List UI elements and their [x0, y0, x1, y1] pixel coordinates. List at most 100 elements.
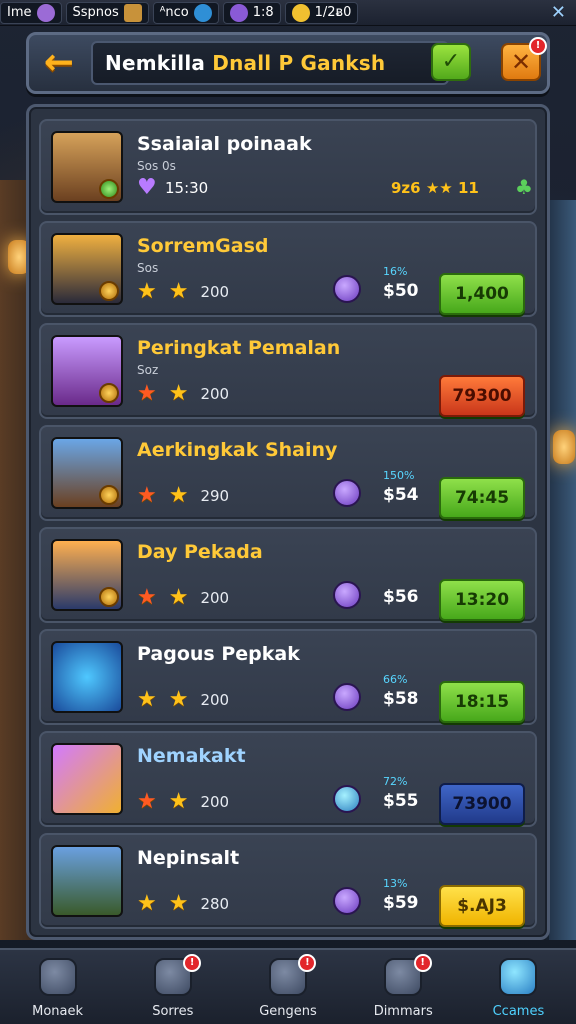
nav-label: Sorres — [152, 1004, 194, 1019]
confirm-button[interactable]: ✓ — [431, 43, 471, 81]
star-count: 200 — [200, 283, 230, 301]
row-subtitle: Soz — [137, 363, 159, 377]
back-button[interactable]: ← — [37, 43, 81, 83]
action-button[interactable]: 13:20 — [439, 579, 525, 621]
list-item[interactable]: Day Pekada ★ ★ 200 $56 13:20 — [39, 527, 537, 623]
row-title: Nepinsalt — [137, 847, 240, 869]
row-title: Nemakakt — [137, 745, 246, 767]
row-percent: 66% — [383, 673, 408, 686]
star-count: 200 — [200, 691, 230, 709]
page-title: Nemkilla Dnall P Ganksh — [91, 41, 449, 85]
list-item[interactable]: Aerkingkak Shainy ★ ★ 290 150% $54 74:45 — [39, 425, 537, 521]
star-icon: ★ — [168, 789, 189, 814]
avatar — [51, 131, 123, 203]
nav-item-gengens[interactable]: ! Gengens — [230, 950, 345, 1024]
nav-item-scores[interactable]: ! Sorres — [115, 950, 230, 1024]
status-label: Ime — [7, 5, 32, 20]
rating-stars: ★ ★ 290 — [137, 485, 229, 507]
list-item[interactable]: Ssaiaial poinaak Sos 0s ♥ 15:30 9ᴢ6 ★★ 1… — [39, 119, 537, 215]
coin-badge-icon — [99, 587, 119, 607]
lantern-icon — [553, 430, 575, 464]
status-label: 1/2ᴃ0 — [314, 5, 352, 20]
star-icon: ★ — [168, 687, 189, 712]
rating-stars: ★ ★ 280 — [137, 893, 229, 915]
list-item[interactable]: SorremGasd Sos ★ ★ 200 16% $50 1,400 — [39, 221, 537, 317]
wizard-icon — [229, 3, 248, 22]
row-price: $58 — [383, 689, 419, 709]
orb-icon — [333, 785, 361, 813]
list-item[interactable]: Nepinsalt ★ ★ 280 13% $59 $.AJ3 — [39, 833, 537, 929]
row-price: $56 — [383, 587, 419, 607]
status-item: ᴬnco — [152, 1, 219, 24]
rating-stars: ★ ★ 200 — [137, 587, 229, 609]
gold-coin-icon — [291, 3, 310, 22]
coin-badge-icon — [99, 485, 119, 505]
page-title-part2: Dnall P Ganksh — [212, 51, 386, 75]
gem-icon — [333, 683, 361, 711]
action-button[interactable]: 73900 — [439, 783, 525, 825]
close-button[interactable]: ✕ ! — [501, 37, 547, 81]
star-icon: ★ — [137, 585, 157, 610]
gem-icon — [333, 581, 361, 609]
nav-label: Monaek — [32, 1004, 84, 1019]
row-title: Pagous Pepkak — [137, 643, 300, 665]
nav-label: Dimmars — [373, 1004, 433, 1019]
star-count: 280 — [200, 895, 230, 913]
nav-item-dimmars[interactable]: ! Dimmars — [346, 950, 461, 1024]
close-icon[interactable]: ✕ — [551, 2, 566, 23]
row-title: Ssaiaial poinaak — [137, 133, 312, 155]
star-icon: ★ — [168, 585, 189, 610]
row-subtitle: Sos 0s — [137, 159, 176, 173]
action-button[interactable]: 18:15 — [439, 681, 525, 723]
status-label: 1:8 — [252, 5, 274, 20]
star-icon: ★ — [137, 789, 157, 814]
row-percent: 150% — [383, 469, 415, 482]
clover-icon: ♣ — [515, 175, 533, 199]
notification-badge: ! — [529, 37, 547, 55]
clover-badge-icon — [99, 179, 119, 199]
row-price: $59 — [383, 893, 419, 913]
action-button[interactable]: $.AJ3 — [439, 885, 525, 927]
action-button[interactable]: 74:45 — [439, 477, 525, 519]
action-button[interactable]: 79300 — [439, 375, 525, 417]
notification-badge: ! — [298, 954, 317, 972]
heart-icon: ♥ — [137, 175, 157, 200]
row-title: Aerkingkak Shainy — [137, 439, 338, 461]
star-icon: ★ — [137, 891, 157, 916]
bottom-navigation: Monaek ! Sorres ! Gengens ! Dimmars Ccam… — [0, 948, 576, 1024]
nav-item-games[interactable]: Ccames — [461, 950, 576, 1024]
status-label: ᴬnco — [159, 5, 189, 20]
rating-stars: ★ ★ 200 — [137, 689, 229, 711]
list-item[interactable]: Pagous Pepkak ★ ★ 200 66% $58 18:15 — [39, 629, 537, 725]
avatar — [51, 539, 123, 611]
avatar — [51, 743, 123, 815]
ranking-list[interactable]: Ssaiaial poinaak Sos 0s ♥ 15:30 9ᴢ6 ★★ 1… — [26, 104, 550, 940]
home-icon — [38, 958, 77, 996]
header-bar: ← Nemkilla Dnall P Ganksh ✓ ✕ ! — [26, 32, 550, 94]
row-title: Peringkat Pemalan — [137, 337, 341, 359]
chest-icon — [499, 958, 538, 996]
potion-icon — [36, 3, 55, 22]
gem-icon — [333, 479, 361, 507]
row-price: $55 — [383, 791, 419, 811]
action-button[interactable]: 1,400 — [439, 273, 525, 315]
row-percent: 72% — [383, 775, 408, 788]
gem-icon — [333, 275, 361, 303]
row-score: 9ᴢ6 ★★ 11 — [391, 179, 479, 197]
row-price: $54 — [383, 485, 419, 505]
status-item: 1:8 — [222, 1, 281, 24]
list-item[interactable]: Peringkat Pemalan Soz ★ ★ 200 79300 — [39, 323, 537, 419]
rating-stars: ★ ★ 200 — [137, 383, 229, 405]
star-icon: ★ — [168, 483, 189, 508]
arrow-right-icon[interactable] — [193, 3, 212, 22]
status-item: 1/2ᴃ0 — [284, 1, 359, 24]
star-icon: ★ — [137, 483, 157, 508]
list-item[interactable]: Nemakakt ★ ★ 200 72% $55 73900 — [39, 731, 537, 827]
avatar — [51, 233, 123, 305]
row-title: SorremGasd — [137, 235, 269, 257]
chest-icon — [123, 3, 142, 22]
row-price: $50 — [383, 281, 419, 301]
nav-item-home[interactable]: Monaek — [0, 950, 115, 1024]
rating-stars: ★ ★ 200 — [137, 281, 229, 303]
star-icon: ★ — [137, 279, 157, 304]
